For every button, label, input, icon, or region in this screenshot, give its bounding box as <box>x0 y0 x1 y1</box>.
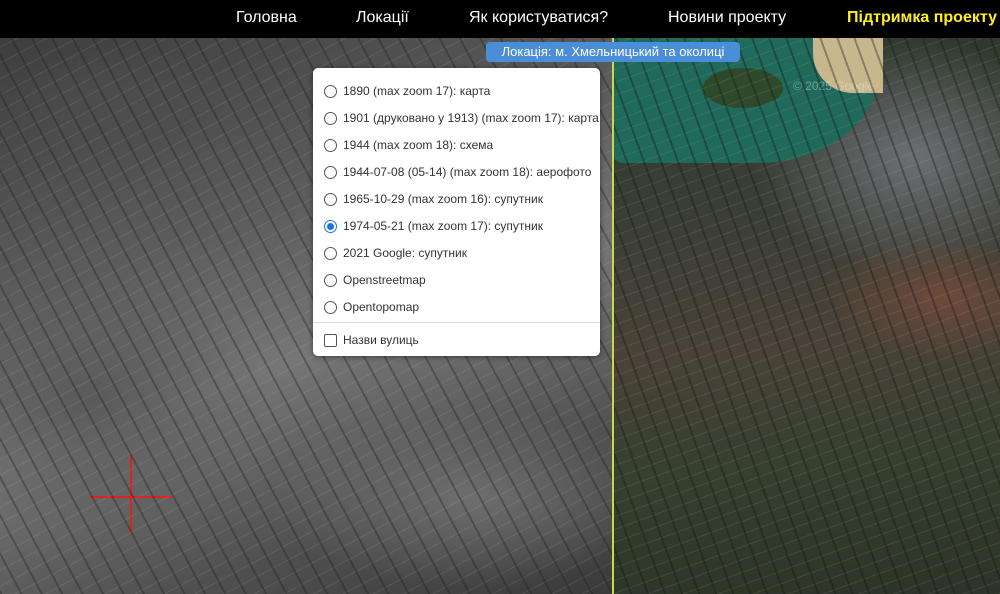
radio-button-selected[interactable] <box>324 219 337 233</box>
nav-how-to-use[interactable]: Як користуватися? <box>469 9 608 27</box>
layer-option-1890[interactable]: 1890 (max zoom 17): карта <box>324 81 490 101</box>
layer-option-1965[interactable]: 1965-10-29 (max zoom 16): супутник <box>324 189 543 209</box>
layer-label: 1974-05-21 (max zoom 17): супутник <box>343 219 543 233</box>
layer-option-1944-scheme[interactable]: 1944 (max zoom 18): схема <box>324 135 493 155</box>
radio-button[interactable] <box>324 138 337 152</box>
layer-option-2021-google[interactable]: 2021 Google: супутник <box>324 243 467 263</box>
radio-button[interactable] <box>324 165 337 179</box>
island <box>703 68 783 108</box>
panel-separator <box>313 322 600 323</box>
layer-option-1901[interactable]: 1901 (друковано у 1913) (max zoom 17): к… <box>324 108 599 128</box>
radio-button[interactable] <box>324 111 337 125</box>
layer-option-opentopomap[interactable]: Opentopomap <box>324 297 419 317</box>
swipe-divider[interactable] <box>612 38 614 594</box>
layer-label: 1944-07-08 (05-14) (max zoom 18): аерофо… <box>343 165 592 179</box>
layer-option-1944-aerial[interactable]: 1944-07-08 (05-14) (max zoom 18): аерофо… <box>324 162 591 182</box>
nav-support-project[interactable]: Підтримка проекту <box>847 9 997 27</box>
layer-label: 1944 (max zoom 18): схема <box>343 138 494 152</box>
nav-home[interactable]: Головна <box>236 9 297 27</box>
layer-switcher: 1890 (max zoom 17): карта 1901 (друкован… <box>313 68 600 356</box>
radio-button[interactable] <box>324 273 337 287</box>
top-nav: Головна Локації Як користуватися? Новини… <box>0 0 1000 38</box>
layer-option-openstreetmap[interactable]: Openstreetmap <box>324 270 426 290</box>
crosshair-icon-vertical <box>130 454 132 534</box>
map-watermark: © 2025 Google <box>793 79 874 93</box>
radio-button[interactable] <box>324 84 337 98</box>
layer-label: 1890 (max zoom 17): карта <box>343 84 491 98</box>
crosshair-icon <box>90 496 172 498</box>
overlay-label: Назви вулиць <box>343 333 419 347</box>
layer-label: 2021 Google: супутник <box>343 246 467 260</box>
layer-option-1974[interactable]: 1974-05-21 (max zoom 17): супутник <box>324 216 543 236</box>
layer-label: Openstreetmap <box>343 273 426 287</box>
checkbox[interactable] <box>324 333 337 347</box>
radio-button[interactable] <box>324 192 337 206</box>
nav-locations[interactable]: Локації <box>356 9 409 27</box>
layer-label: Opentopomap <box>343 300 420 314</box>
location-badge[interactable]: Локація: м. Хмельницький та околиці <box>486 42 740 62</box>
overlay-street-names[interactable]: Назви вулиць <box>324 330 419 350</box>
radio-button[interactable] <box>324 246 337 260</box>
nav-project-news[interactable]: Новини проекту <box>668 9 786 27</box>
layer-label: 1965-10-29 (max zoom 16): супутник <box>343 192 543 206</box>
beach <box>813 38 883 93</box>
layer-label: 1901 (друковано у 1913) (max zoom 17): к… <box>343 111 599 125</box>
satellite-map-pane[interactable]: © 2025 Google <box>613 38 1000 594</box>
radio-button[interactable] <box>324 300 337 314</box>
